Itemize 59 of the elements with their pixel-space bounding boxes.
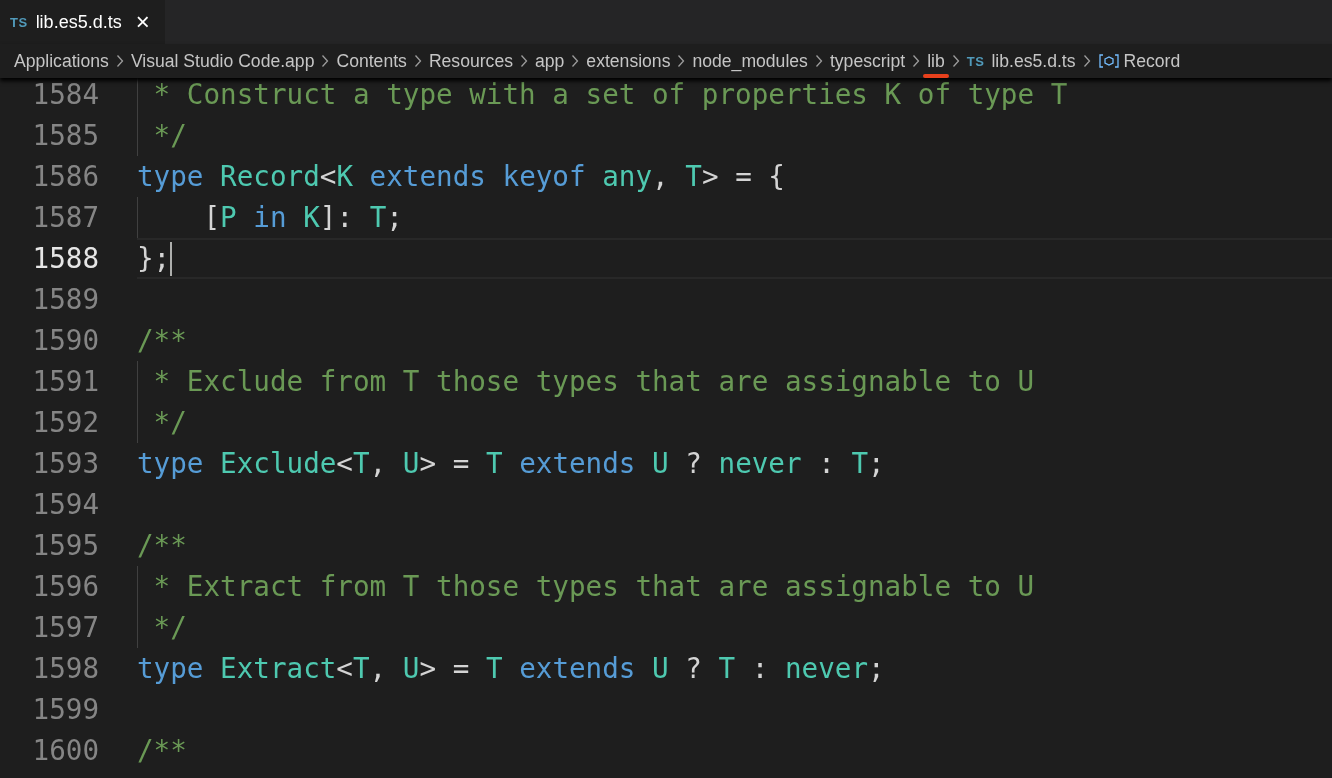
chevron-icon (115, 54, 124, 68)
code-line: type Record<K extends keyof any, T> = { (137, 159, 785, 195)
chevron-icon (814, 54, 823, 68)
breadcrumb-item[interactable]: lib (927, 50, 945, 72)
breadcrumb-item[interactable]: Record (1123, 50, 1181, 72)
line-number: 1587 (31, 200, 100, 236)
file-type-icon: TS (10, 14, 28, 30)
line-number: 1584 (31, 78, 100, 113)
code-line: */ (152, 405, 187, 441)
line-number: 1594 (31, 487, 100, 523)
line-number: 1591 (31, 364, 100, 400)
line-number: 1586 (31, 159, 100, 195)
code-line: /** (137, 733, 187, 769)
editor-tab[interactable]: TS lib.es5.d.ts × (0, 0, 165, 44)
line-number: 1599 (31, 692, 100, 728)
code-line: }; (137, 241, 171, 277)
line-number: 1600 (31, 733, 100, 769)
line-number: 1597 (31, 610, 100, 646)
breadcrumb-item[interactable]: Resources (428, 50, 513, 72)
code-line: */ (152, 610, 187, 646)
breadcrumb-item[interactable]: node_modules (692, 50, 808, 72)
chevron-icon (951, 54, 960, 68)
code-line: [P in K]: T; (202, 200, 403, 236)
breadcrumb-item[interactable]: lib.es5.d.ts (991, 50, 1076, 72)
chevron-icon (520, 54, 528, 68)
line-number: 1595 (31, 528, 100, 564)
breadcrumb-item[interactable]: Contents (336, 50, 407, 72)
line-number: 1589 (31, 282, 100, 318)
tab-label: lib.es5.d.ts (35, 11, 122, 33)
breadcrumb-item[interactable]: extensions (586, 50, 671, 72)
code-line: * Exclude from T those types that are assignable to U (152, 364, 1035, 400)
text-cursor (170, 241, 173, 276)
file-type-icon: TS (966, 53, 985, 69)
breadcrumb-item[interactable]: app (535, 50, 565, 72)
code-line: /** (137, 528, 187, 564)
line-number: 1596 (31, 569, 100, 605)
line-number: 1592 (31, 405, 100, 441)
breadcrumb-item[interactable]: Visual Studio Code.app (130, 50, 315, 72)
close-icon[interactable]: × (135, 10, 150, 34)
line-number: 1598 (31, 651, 100, 687)
code-line: type Extract<T, U> = T extends U ? T : never; (137, 651, 885, 687)
code-line: */ (152, 118, 187, 154)
symbol-icon (1097, 53, 1120, 69)
line-number: 1585 (31, 118, 100, 154)
chevron-icon (321, 54, 330, 68)
chevron-icon (677, 54, 686, 68)
code-line: * Extract from T those types that are assignable to U (152, 569, 1035, 605)
code-line: * Construct a type with a set of properties K of type T (152, 78, 1068, 113)
line-number: 1590 (31, 323, 100, 359)
chevron-icon (912, 54, 921, 68)
line-number: 1593 (31, 446, 100, 482)
code-line: /** (137, 323, 187, 359)
line-number: 1588 (31, 241, 100, 277)
breadcrumb-item[interactable]: Applications (14, 50, 109, 72)
chevron-icon (413, 54, 422, 68)
chevron-icon (1082, 54, 1091, 68)
code-line: type Exclude<T, U> = T extends U ? never : T; (137, 446, 885, 482)
chevron-icon (571, 54, 580, 68)
breadcrumb-item[interactable]: typescript (829, 50, 906, 72)
